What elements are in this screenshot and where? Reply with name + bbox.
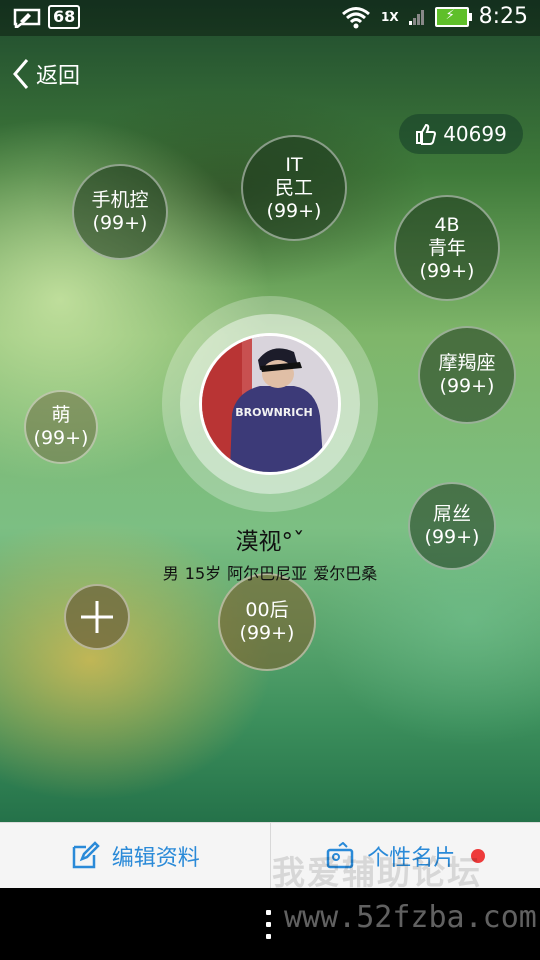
tag-count: (99+) xyxy=(92,212,148,234)
status-bar: 68 1X ⚡ 8:25 xyxy=(0,0,540,36)
gender: 男 xyxy=(162,564,179,583)
tag-count: (99+) xyxy=(266,199,322,222)
tag-label: 手机控 xyxy=(91,189,149,211)
like-count: 40699 xyxy=(443,122,507,146)
back-label: 返回 xyxy=(36,64,81,89)
tag-bubble[interactable]: 萌 (99+) xyxy=(24,390,98,464)
location-country: 阿尔巴尼亚 xyxy=(227,564,308,583)
status-left: 68 xyxy=(12,5,81,29)
tag-label: 摩羯座 xyxy=(438,352,496,374)
tag-bubble[interactable]: 00后 (99+) xyxy=(218,573,316,671)
watermark-url: www.52fzba.com xyxy=(284,900,537,935)
wifi-icon xyxy=(342,6,370,28)
edit-profile-button[interactable]: 编辑资料 xyxy=(0,823,270,889)
tag-count: (99+) xyxy=(33,427,89,449)
edit-profile-label: 编辑资料 xyxy=(111,846,200,871)
tag-label: 00后 xyxy=(245,599,289,621)
watermark-text: 我爱辅助论坛 xyxy=(272,853,482,892)
clock: 8:25 xyxy=(478,4,528,29)
thumbs-up-icon xyxy=(416,123,437,145)
tag-label: IT xyxy=(285,153,303,176)
tag-label: 萌 xyxy=(51,404,71,426)
tag-label: 民工 xyxy=(274,176,313,199)
tag-label: 青年 xyxy=(427,236,466,259)
chevron-left-icon xyxy=(13,59,29,89)
notification-badge: 68 xyxy=(48,5,81,29)
tag-label: 4B xyxy=(434,213,460,236)
signal-icon xyxy=(408,9,424,25)
plus-icon xyxy=(81,601,113,633)
avatar-print-text: BROWNRICH xyxy=(235,406,312,419)
tag-count: (99+) xyxy=(439,375,495,397)
edit-icon xyxy=(72,841,100,869)
like-counter[interactable]: 40699 xyxy=(399,114,523,154)
tag-count: (99+) xyxy=(419,259,475,282)
age: 15岁 xyxy=(184,564,222,583)
tag-count: (99+) xyxy=(239,622,295,644)
status-right: 1X ⚡ 8:25 xyxy=(341,4,528,29)
profile-info: 男 15岁 阿尔巴尼亚 爱尔巴桑 xyxy=(0,560,540,584)
tag-bubble[interactable]: 4B 青年 (99+) xyxy=(394,195,500,301)
battery-icon: ⚡ xyxy=(434,6,472,27)
tag-bubble[interactable]: IT 民工 (99+) xyxy=(241,135,347,241)
network-type: 1X xyxy=(380,9,399,24)
tag-bubble[interactable]: 摩羯座 (99+) xyxy=(418,326,516,424)
location-city: 爱尔巴桑 xyxy=(313,564,378,583)
add-tag-button[interactable] xyxy=(64,584,130,650)
back-button[interactable]: 返回 xyxy=(12,58,80,90)
message-icon xyxy=(13,8,41,28)
profile-screen: 68 1X ⚡ 8:25 返回 40699 手机控 (99+) IT 民工 (9… xyxy=(0,0,540,960)
nickname: 漠视°ˇ xyxy=(235,529,305,555)
tag-bubble[interactable]: 手机控 (99+) xyxy=(72,164,168,260)
avatar[interactable]: BROWNRICH xyxy=(199,333,341,475)
menu-icon[interactable] xyxy=(266,910,271,946)
avatar-photo: BROWNRICH xyxy=(202,336,338,472)
